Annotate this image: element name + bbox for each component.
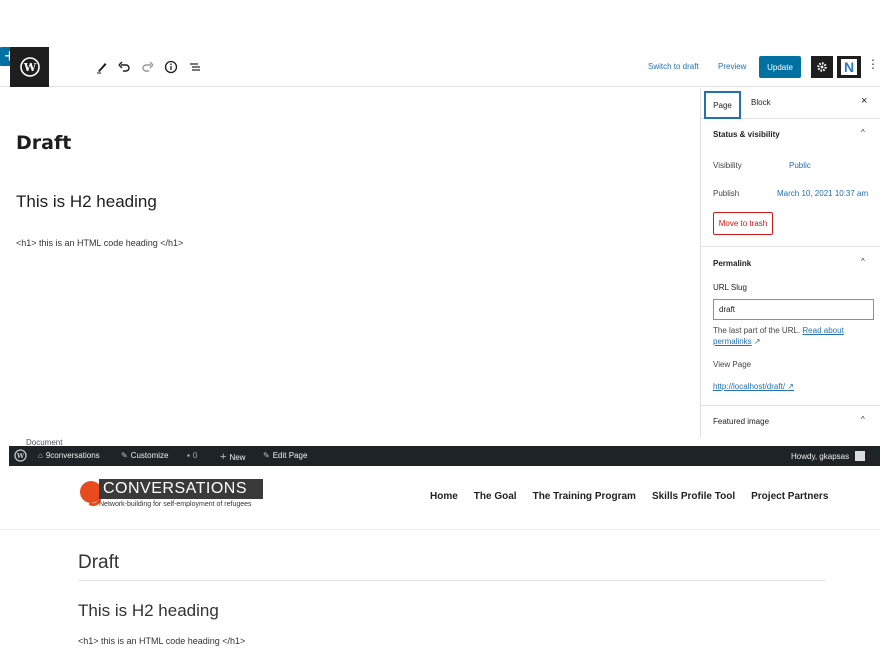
visibility-label: Visibility — [713, 161, 742, 170]
editor-toolbar: W + Switch to draft Preview Update N ⋮ — [0, 47, 880, 87]
admin-bar-site[interactable]: ⌂ 9conversations — [38, 451, 100, 460]
publish-date-toggle[interactable]: March 10, 2021 10:37 am — [777, 189, 868, 198]
n-plugin-label: N — [840, 59, 858, 75]
logo-wordmark: CONVERSATIONS — [99, 479, 263, 499]
divider — [0, 529, 880, 530]
sidebar-tabs: Page Block × — [701, 88, 880, 119]
pencil-icon[interactable] — [92, 57, 112, 77]
chevron-up-icon[interactable]: ^ — [861, 257, 865, 266]
divider — [701, 246, 880, 247]
site-logo[interactable]: CONVERSATIONS Network-building for self-… — [80, 479, 263, 511]
chevron-up-icon[interactable]: ^ — [861, 415, 865, 424]
logo-tagline: Network-building for self-employment of … — [99, 501, 252, 508]
admin-bar-account[interactable]: Howdy, gkapsas — [791, 451, 866, 461]
comments-count: 0 — [192, 451, 198, 460]
settings-gear-button[interactable] — [811, 56, 833, 78]
permalinks-link[interactable]: permalinks — [713, 337, 752, 346]
paragraph-block[interactable]: <h1> this is an HTML code heading </h1> — [16, 238, 183, 248]
permalink-panel-title[interactable]: Permalink — [713, 259, 751, 268]
read-about-link[interactable]: Read about — [802, 326, 843, 335]
view-page-label: View Page — [713, 360, 752, 369]
nav-skills-profile-tool[interactable]: Skills Profile Tool — [652, 491, 735, 502]
visibility-toggle[interactable]: Public — [789, 161, 811, 170]
plus-icon: + — [220, 451, 227, 463]
more-options-icon[interactable]: ⋮ — [867, 57, 879, 71]
switch-to-draft-button[interactable]: Switch to draft — [648, 62, 699, 71]
close-icon[interactable]: × — [861, 95, 867, 107]
featured-image-panel-title[interactable]: Featured image — [713, 417, 769, 426]
update-button[interactable]: Update — [759, 56, 801, 78]
tab-page[interactable]: Page — [704, 91, 741, 119]
admin-bar: W ⌂ 9conversations ✎ Customize ▪ 0 + New… — [9, 446, 880, 466]
site-navigation: Home The Goal The Training Program Skill… — [430, 491, 828, 502]
undo-icon[interactable] — [114, 57, 134, 77]
nav-home[interactable]: Home — [430, 491, 458, 502]
home-icon: ⌂ — [38, 451, 43, 460]
paragraph: <h1> this is an HTML code heading </h1> — [78, 636, 246, 646]
admin-bar-comments[interactable]: ▪ 0 — [187, 451, 197, 460]
n-plugin-button[interactable]: N — [837, 56, 861, 78]
move-to-trash-button[interactable]: Move to trash — [713, 212, 773, 235]
edit-page-label: Edit Page — [272, 451, 308, 460]
page-title: Draft — [78, 552, 120, 573]
nav-the-goal[interactable]: The Goal — [474, 491, 517, 502]
h2-heading: This is H2 heading — [78, 601, 219, 620]
wordpress-icon: W — [19, 57, 40, 77]
gear-icon — [817, 62, 827, 72]
nav-project-partners[interactable]: Project Partners — [751, 491, 828, 502]
admin-bar-new[interactable]: + New — [220, 451, 245, 463]
view-page-link[interactable]: http://localhost/draft/ ↗ — [713, 382, 794, 391]
publish-label: Publish — [713, 189, 740, 198]
preview-button[interactable]: Preview — [718, 62, 746, 71]
nav-training-program[interactable]: The Training Program — [533, 491, 636, 502]
post-title[interactable]: Draft — [16, 132, 71, 154]
svg-text:W: W — [22, 61, 36, 74]
admin-bar-edit-page[interactable]: ✎ Edit Page — [263, 451, 307, 460]
howdy-label: Howdy, gkapsas — [791, 451, 850, 461]
wordpress-icon[interactable]: W — [14, 449, 27, 462]
list-view-icon[interactable] — [185, 57, 205, 77]
editor-canvas: Draft This is H2 heading <h1> this is an… — [0, 88, 700, 438]
site-header: CONVERSATIONS Network-building for self-… — [0, 466, 880, 530]
settings-sidebar: Page Block × Status & visibility ^ Visib… — [700, 88, 880, 438]
chevron-up-icon[interactable]: ^ — [861, 128, 865, 137]
h2-heading-block[interactable]: This is H2 heading — [16, 192, 157, 212]
pencil-icon: ✎ — [263, 451, 270, 460]
view-page-url[interactable]: http://localhost/draft/ — [713, 382, 785, 391]
svg-text:W: W — [16, 452, 25, 460]
brush-icon: ✎ — [121, 451, 128, 460]
new-label: New — [229, 452, 246, 462]
wordpress-logo-button[interactable]: W — [10, 47, 49, 87]
status-visibility-panel-title[interactable]: Status & visibility — [713, 130, 780, 139]
comment-icon: ▪ — [187, 451, 190, 460]
redo-icon[interactable] — [138, 57, 158, 77]
slug-help-label: The last part of the URL. — [713, 326, 801, 335]
divider — [78, 580, 826, 581]
avatar — [855, 451, 866, 461]
admin-bar-customize[interactable]: ✎ Customize — [121, 451, 169, 460]
url-slug-input[interactable] — [713, 299, 874, 320]
external-link-icon: ↗ — [787, 382, 794, 391]
external-link-icon: ↗ — [753, 337, 761, 346]
info-icon[interactable] — [161, 57, 181, 77]
customize-label: Customize — [130, 451, 169, 460]
divider — [701, 405, 880, 406]
url-slug-label: URL Slug — [713, 283, 747, 292]
site-name: 9conversations — [45, 451, 100, 460]
slug-help-text: The last part of the URL. Read about per… — [713, 325, 873, 347]
tab-block[interactable]: Block — [751, 98, 771, 107]
